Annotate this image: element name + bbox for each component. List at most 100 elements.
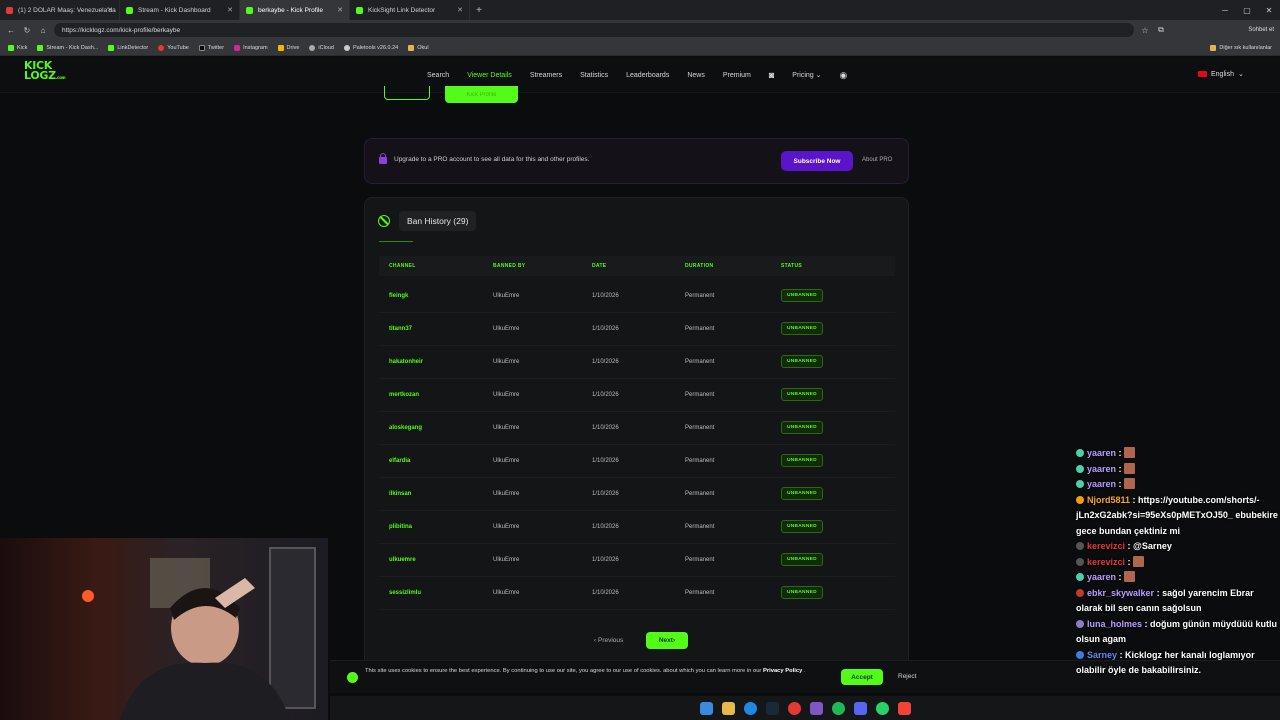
channel-link[interactable]: ilkinsan: [389, 491, 411, 497]
brave-icon[interactable]: [787, 701, 801, 715]
nav-statistics[interactable]: Statistics: [571, 72, 617, 79]
new-tab-button[interactable]: +: [470, 5, 488, 16]
emote-icon: [1124, 447, 1136, 458]
bookmark-item[interactable]: LinkDetector: [108, 44, 149, 51]
ban-date: 1/10/2026: [592, 326, 619, 332]
bookmark-label: LinkDetector: [117, 44, 149, 51]
previous-page-button[interactable]: ‹ Previous: [594, 637, 623, 644]
maximize-icon[interactable]: ▢: [1236, 6, 1258, 15]
chat-text: :: [1118, 572, 1122, 582]
status-badge: UNBANNED: [781, 586, 823, 599]
url-field[interactable]: https://kicklogz.com/kick-profile/berkay…: [54, 23, 1134, 37]
column-header-duration: DURATION: [685, 263, 714, 269]
bookmark-item[interactable]: Paletools v26.0.24: [343, 44, 399, 51]
bookmark-item[interactable]: Twitter: [198, 44, 224, 51]
reject-cookies-button[interactable]: Reject: [898, 673, 916, 680]
close-window-icon[interactable]: ✕: [1258, 6, 1280, 15]
file-explorer-icon[interactable]: [721, 701, 735, 715]
bookmark-item[interactable]: Stream - Kick Dash...: [37, 44, 98, 51]
nav-news[interactable]: News: [678, 72, 714, 79]
nav-viewer-details[interactable]: Viewer Details: [458, 72, 521, 79]
chat-text: :: [1127, 556, 1131, 567]
next-page-button[interactable]: Next ›: [646, 632, 688, 649]
nav-search[interactable]: Search: [418, 72, 458, 79]
app-icon[interactable]: [897, 701, 911, 715]
privacy-policy-link[interactable]: Privacy Policy: [763, 668, 802, 674]
nav-pricing[interactable]: Pricing ⌄: [783, 71, 830, 79]
chat-username: luna_holmes: [1087, 618, 1143, 629]
accept-cookies-button[interactable]: Accept: [841, 669, 883, 685]
browser-tab-kick-dashboard[interactable]: Stream - Kick Dashboard ✕: [120, 0, 240, 20]
nav-pricing-label: Pricing: [792, 72, 814, 79]
close-icon[interactable]: ✕: [337, 6, 343, 14]
kick-icon: [356, 6, 363, 14]
table-row: mertkozan UlkuEmre 1/10/2026 Permanent U…: [379, 380, 895, 412]
about-pro-link[interactable]: About PRO: [862, 157, 892, 163]
ban-duration: Permanent: [685, 359, 715, 365]
banned-by: UlkuEmre: [493, 359, 520, 365]
edge-icon[interactable]: [743, 701, 757, 715]
bookmark-item[interactable]: Drive: [277, 44, 299, 51]
obs-icon[interactable]: [809, 701, 823, 715]
bookmark-item[interactable]: Instagram: [234, 44, 268, 51]
nav-streamers[interactable]: Streamers: [521, 72, 571, 79]
channel-link[interactable]: sessizlimlu: [389, 590, 421, 596]
steam-icon[interactable]: [765, 701, 779, 715]
close-icon[interactable]: ✕: [107, 6, 113, 14]
bookmark-item[interactable]: Kick: [8, 44, 28, 51]
kick-profile-button[interactable]: Kick Profile: [445, 86, 518, 103]
channel-link[interactable]: plibitina: [389, 524, 412, 530]
channel-link[interactable]: mertkozan: [389, 392, 419, 398]
banned-by: UlkuEmre: [493, 524, 520, 530]
chat-message: Njord5811 : https://youtube.com/shorts/-…: [1076, 493, 1280, 540]
banned-by: UlkuEmre: [493, 557, 520, 563]
bookmark-label: Kick: [17, 44, 28, 51]
spotify-icon[interactable]: [831, 701, 845, 715]
subscribe-now-button[interactable]: Subscribe Now: [781, 151, 853, 171]
secondary-button[interactable]: [384, 86, 430, 100]
close-icon[interactable]: ✕: [457, 6, 463, 14]
windows-start-icon[interactable]: [699, 701, 713, 715]
browser-tab-kick-profile[interactable]: berkaybe - Kick Profile ✕: [240, 0, 350, 20]
refresh-icon[interactable]: ↻: [22, 26, 32, 35]
channel-link[interactable]: ulkuemre: [389, 557, 416, 563]
ban-duration: Permanent: [685, 557, 715, 563]
language-selector[interactable]: English ⌄: [1198, 70, 1244, 78]
column-header-date: DATE: [592, 263, 607, 269]
close-icon[interactable]: ✕: [227, 6, 233, 14]
profile-chip[interactable]: Sohbet et: [1248, 27, 1274, 33]
extensions-icon[interactable]: ⧉: [1156, 25, 1166, 35]
channel-link[interactable]: elfardia: [389, 458, 410, 464]
discord-taskbar-icon[interactable]: [853, 701, 867, 715]
home-icon[interactable]: ⌂: [38, 26, 48, 35]
badge-icon: [1076, 557, 1084, 566]
kicklogz-logo[interactable]: KICK LOGZ.com: [24, 60, 66, 83]
ban-icon: [378, 215, 390, 227]
user-icon[interactable]: ◉: [831, 70, 857, 81]
bookmark-item[interactable]: Okul: [408, 44, 429, 51]
minimize-icon[interactable]: ─: [1214, 6, 1236, 15]
nav-premium[interactable]: Premium: [714, 72, 760, 79]
channel-link[interactable]: titann37: [389, 326, 412, 332]
ban-history-tab[interactable]: Ban History (29): [399, 211, 477, 231]
bookmark-item[interactable]: iCloud: [309, 44, 334, 51]
ban-duration: Permanent: [685, 326, 715, 332]
window-controls: ─ ▢ ✕: [1214, 0, 1280, 20]
whatsapp-icon[interactable]: [875, 701, 889, 715]
pro-upgrade-banner: Upgrade to a PRO account to see all data…: [364, 138, 909, 184]
channel-link[interactable]: aloskegang: [389, 425, 422, 431]
channel-link[interactable]: fleingk: [389, 293, 408, 299]
browser-tab-kicksight[interactable]: KickSight Link Detector ✕: [350, 0, 470, 20]
nav-leaderboards[interactable]: Leaderboards: [617, 72, 678, 79]
banned-by: UlkuEmre: [493, 491, 520, 497]
bookmark-label: Paletools v26.0.24: [352, 44, 399, 51]
bookmark-item[interactable]: YouTube: [158, 44, 189, 51]
ban-date: 1/10/2026: [592, 458, 619, 464]
browser-tab-youtube[interactable]: (1) 2 DOLAR Maaş: Venezuela'da ✕: [0, 0, 120, 20]
channel-link[interactable]: hakatonheir: [389, 359, 423, 365]
star-icon[interactable]: ☆: [1140, 26, 1150, 35]
back-icon[interactable]: ←: [6, 26, 16, 35]
bookmark-item[interactable]: Diğer sık kullanılanlar: [1210, 44, 1272, 51]
discord-icon[interactable]: ◙: [760, 70, 783, 80]
turkey-flag-icon: [1198, 71, 1207, 77]
